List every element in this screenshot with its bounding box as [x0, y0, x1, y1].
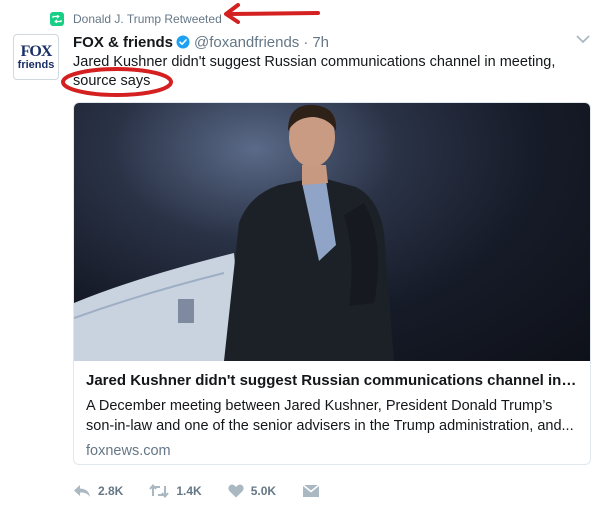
- like-button[interactable]: 5.0K: [228, 484, 276, 498]
- annotation-circle: [61, 67, 173, 97]
- card-image[interactable]: [74, 103, 590, 361]
- tweet-header: FOX & friends @foxandfriends · 7h: [73, 32, 329, 52]
- card-photo: [74, 104, 394, 361]
- card-body: Jared Kushner didn't suggest Russian com…: [74, 361, 590, 464]
- retweeted-by-label[interactable]: Donald J. Trump Retweeted: [73, 12, 222, 26]
- card-title[interactable]: Jared Kushner didn't suggest Russian com…: [86, 371, 578, 391]
- avatar-logo-text: FOX: [20, 42, 53, 60]
- airplane-window: [178, 299, 194, 323]
- retweet-icon: [50, 12, 64, 26]
- reply-icon: [74, 485, 90, 497]
- action-bar: 2.8K 1.4K 5.0K: [73, 484, 353, 498]
- author-name[interactable]: FOX & friends: [73, 34, 173, 51]
- airplane-body: [74, 253, 244, 361]
- verified-badge-icon: [176, 35, 190, 49]
- heart-icon: [228, 484, 244, 498]
- card-domain: foxnews.com: [86, 443, 171, 459]
- reply-button[interactable]: 2.8K: [73, 484, 123, 498]
- avatar[interactable]: FOX friends: [13, 34, 59, 80]
- timestamp[interactable]: 7h: [312, 34, 329, 51]
- author-handle[interactable]: @foxandfriends: [194, 34, 299, 51]
- annotation-arrow: [224, 3, 320, 24]
- retweet-action-icon: [149, 484, 170, 498]
- chevron-down-icon[interactable]: [576, 34, 590, 44]
- envelope-icon: [302, 484, 320, 497]
- reply-count: 2.8K: [98, 484, 124, 498]
- link-card[interactable]: Jared Kushner didn't suggest Russian com…: [73, 102, 591, 465]
- separator: ·: [303, 33, 309, 51]
- avatar-logo-subtext: friends: [17, 58, 55, 71]
- retweet-context[interactable]: Donald J. Trump Retweeted: [50, 10, 222, 28]
- retweet-button[interactable]: 1.4K: [149, 484, 202, 498]
- like-count: 5.0K: [250, 484, 277, 498]
- direct-message-button[interactable]: [302, 484, 327, 498]
- card-description: A December meeting between Jared Kushner…: [86, 398, 574, 434]
- retweet-count: 1.4K: [176, 484, 202, 498]
